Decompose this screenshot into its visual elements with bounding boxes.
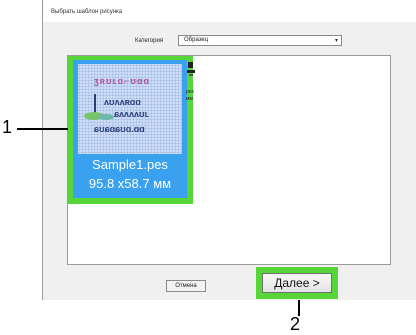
selected-item-name: Sample1.pes bbox=[92, 157, 168, 172]
button-bar bbox=[43, 268, 416, 300]
callout-line-1 bbox=[17, 128, 68, 130]
category-label: Категория bbox=[135, 38, 164, 44]
callout-number-2: 2 bbox=[290, 314, 301, 334]
dialog-title: Выбрать шаблон рисунка bbox=[51, 9, 123, 15]
category-select[interactable]: Образец ▾ bbox=[178, 35, 342, 46]
selected-item-size: 95.8 x58.7 мм bbox=[88, 176, 172, 191]
dropdown-arrow-icon: ▾ bbox=[334, 38, 338, 44]
next-button[interactable]: Далее > bbox=[262, 273, 332, 293]
embroidery-thumbnail: ʒʀʊʟɑ⌐ʊɑɑ ʌʊʌʌʀɑɑ ɕʌʌʌʌʊʟ ɕʊɕɑɕʊɑ.ɑɑ bbox=[78, 64, 182, 154]
second-item-size: мм bbox=[186, 96, 193, 102]
thumb-stem bbox=[94, 94, 96, 114]
thumb-leaf-2 bbox=[98, 114, 114, 120]
thumb-stitch-line2: ɕʌʌʌʌʊʟ bbox=[114, 109, 149, 119]
title-bar: Выбрать шаблон рисунка bbox=[43, 0, 416, 22]
template-icon[interactable] bbox=[187, 62, 195, 76]
thumb-stitch-line3: ɕʊɕɑɕʊɑ.ɑɑ bbox=[94, 124, 145, 134]
thumb-stitch-line1: ʌʊʌʌʀɑɑ bbox=[104, 97, 141, 107]
cancel-button[interactable]: Отмена bbox=[166, 280, 206, 292]
callout-number-1: 1 bbox=[2, 117, 13, 137]
category-value: Образец bbox=[184, 37, 209, 43]
thumb-stitch-title: ʒʀʊʟɑ⌐ʊɑɑ bbox=[94, 76, 150, 86]
second-item-name: pes bbox=[186, 89, 195, 95]
